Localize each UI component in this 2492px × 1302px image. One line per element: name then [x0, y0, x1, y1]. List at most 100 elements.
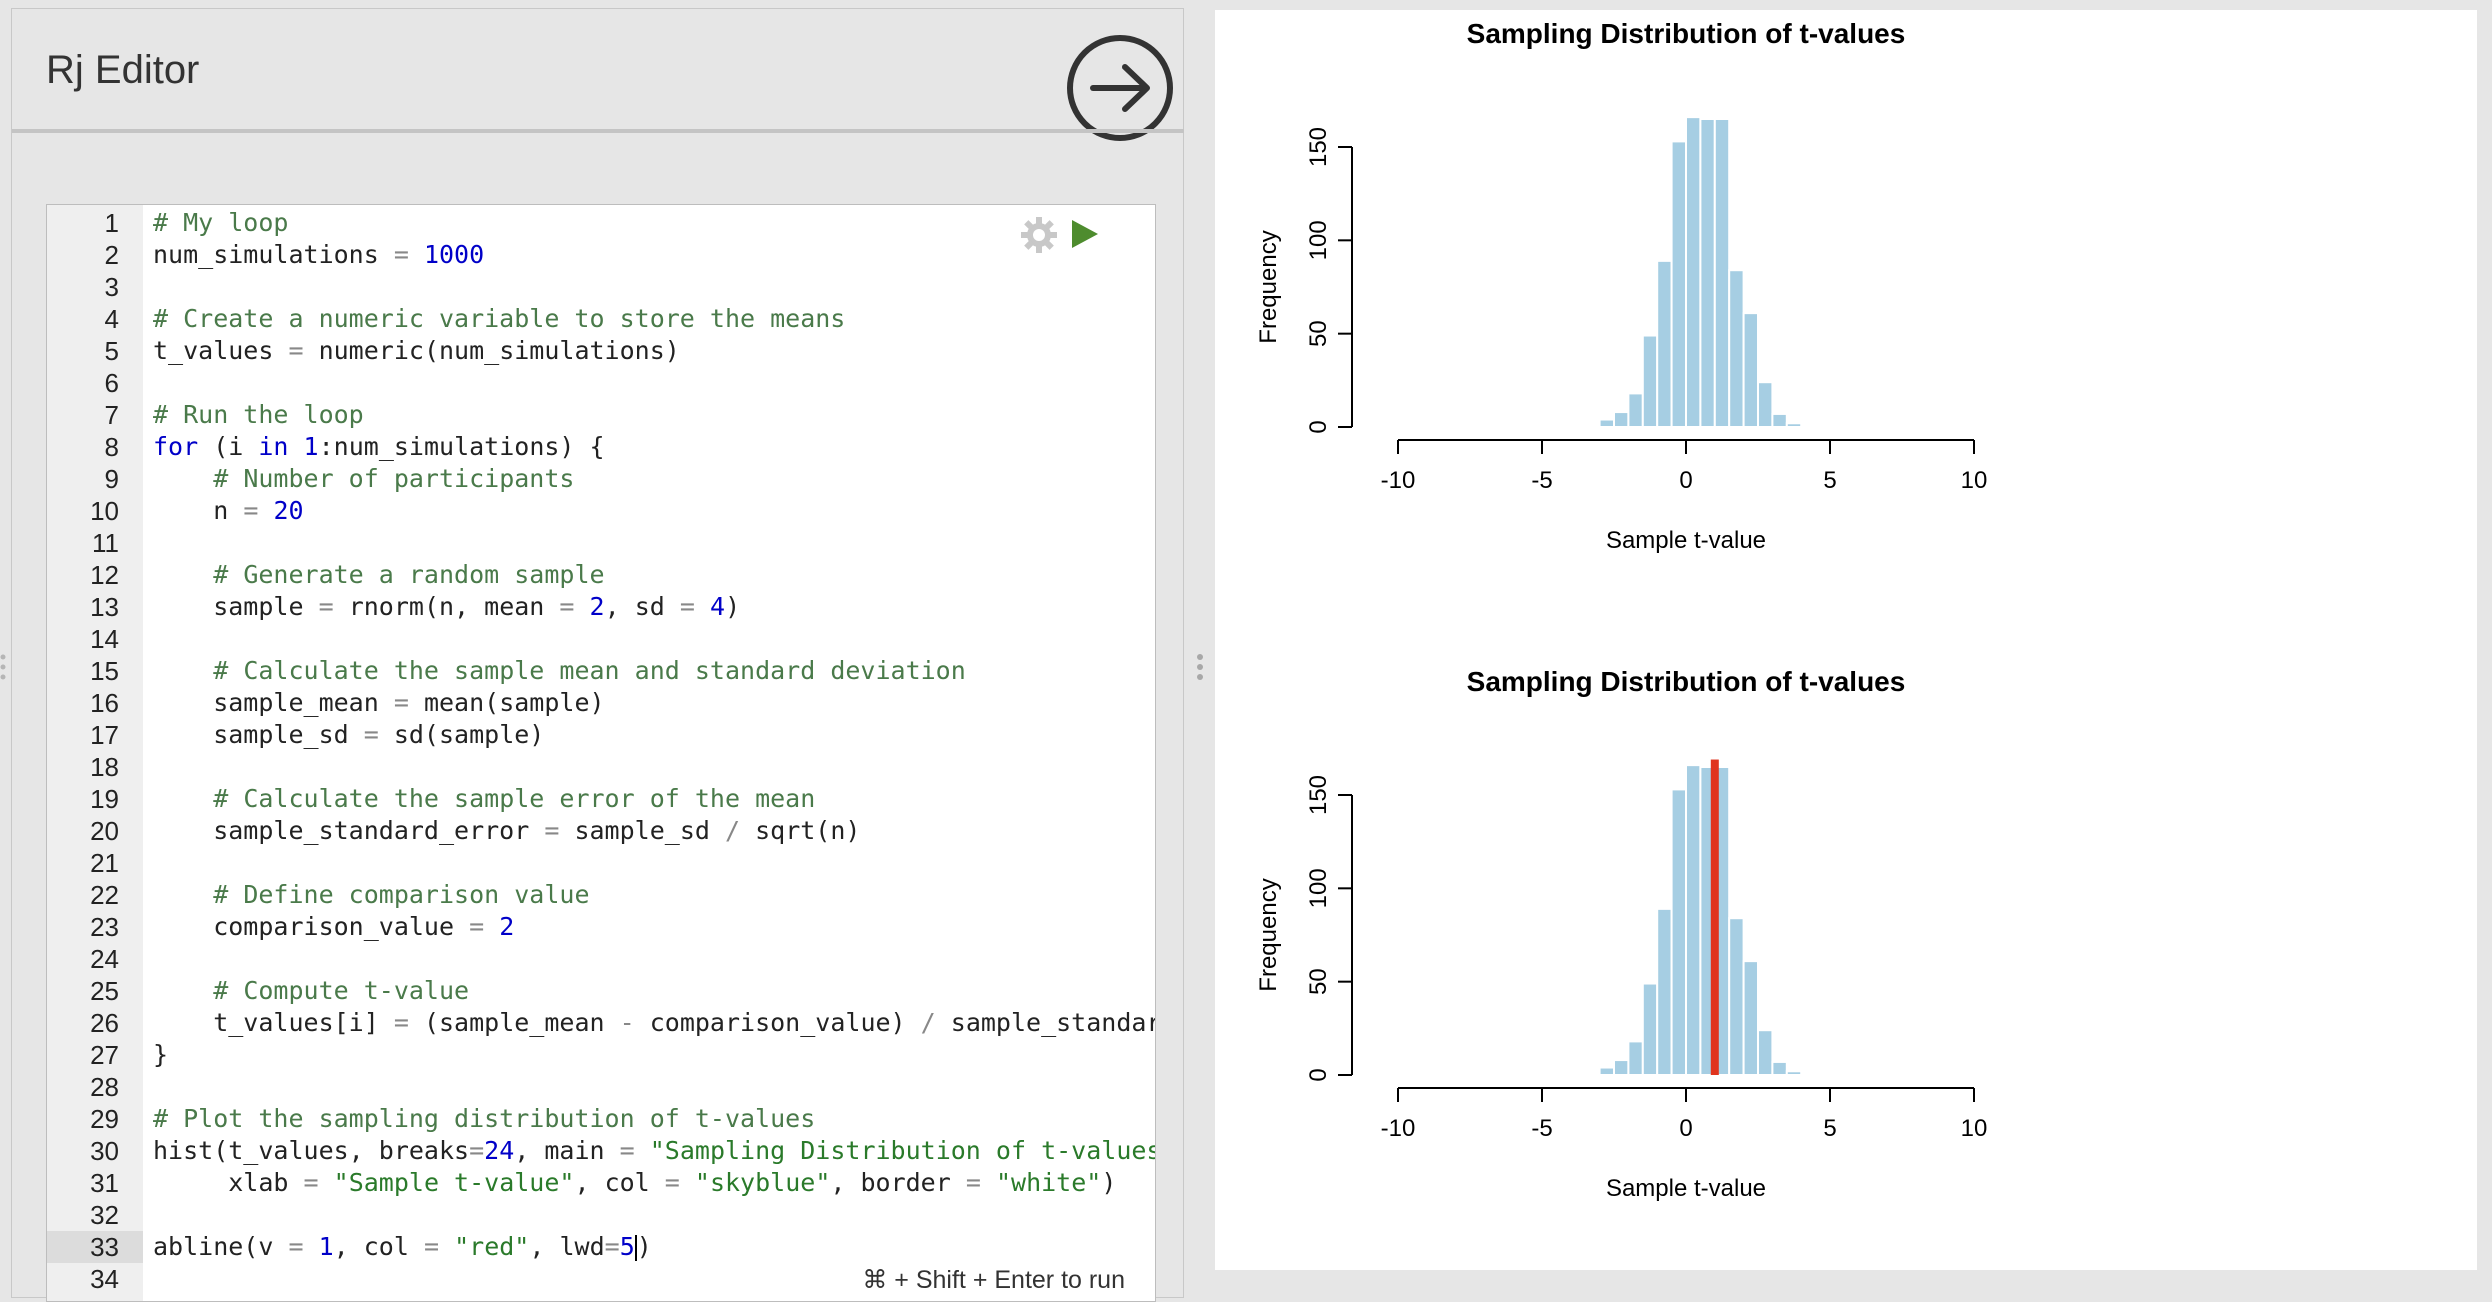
plot-output-panel: Sampling Distribution of t-values -10 -5 0 5…	[1215, 10, 2477, 1270]
code-token: 2	[499, 912, 515, 941]
code-line[interactable]: # Generate a random sample	[153, 559, 605, 591]
code-line[interactable]: # My loop	[153, 207, 288, 239]
code-line[interactable]: xlab = "Sample t-value", col = "skyblue"…	[153, 1167, 1116, 1199]
code-token: )	[725, 592, 741, 621]
play-icon[interactable]	[1067, 217, 1101, 251]
code-token: (i	[198, 432, 259, 461]
code-line[interactable]: sample = rnorm(n, mean = 2, sd = 4)	[153, 591, 740, 623]
code-token: t_values[i]	[153, 1008, 394, 1037]
line-number: 30	[90, 1136, 119, 1166]
code-token: abline(v	[153, 1232, 289, 1261]
code-token: =	[393, 688, 409, 717]
code-token: =	[423, 1232, 440, 1261]
code-token: }	[153, 1040, 169, 1069]
code-line[interactable]: sample_sd = sd(sample)	[153, 719, 544, 751]
code-token: 20	[273, 496, 304, 525]
code-token: sample_sd	[559, 816, 725, 845]
code-line[interactable]: # Compute t-value	[153, 975, 469, 1007]
code-token: =	[559, 592, 575, 621]
line-number: 6	[104, 368, 119, 398]
line-number: 7	[104, 400, 119, 430]
histogram-bar	[1771, 1060, 1788, 1076]
code-token: =	[604, 1232, 620, 1261]
histogram-bar	[1728, 917, 1745, 1077]
code-token: mean(sample)	[408, 688, 605, 717]
code-token: # Plot the sampling distribution of t-va…	[153, 1104, 816, 1133]
histogram-bar	[1771, 412, 1788, 428]
code-line[interactable]: # Number of participants	[153, 463, 574, 495]
histogram-bar	[1785, 1070, 1803, 1076]
code-token: t_values	[153, 336, 289, 365]
histogram-bar	[1656, 907, 1673, 1076]
y-tick-label: 50	[1305, 320, 1332, 347]
code-token: sample_standard_error	[153, 816, 545, 845]
histogram-chart: Sampling Distribution of t-values -10 -5 0 5…	[1255, 666, 1987, 1202]
histogram-bar	[1627, 392, 1644, 428]
line-number: 32	[90, 1200, 119, 1230]
code-token: =	[243, 496, 259, 525]
code-line[interactable]: # Plot the sampling distribution of t-va…	[153, 1103, 815, 1135]
code-line[interactable]: sample_standard_error = sample_sd / sqrt…	[153, 815, 860, 847]
line-number: 19	[90, 784, 119, 814]
code-token: xlab	[153, 1168, 304, 1197]
code-token: =	[544, 816, 560, 845]
code-line[interactable]: hist(t_values, breaks=24, main = "Sampli…	[153, 1135, 1155, 1167]
code-line[interactable]: }	[153, 1039, 168, 1071]
code-token: =	[664, 1168, 680, 1197]
code-token: 24	[484, 1136, 515, 1165]
code-line[interactable]: for (i in 1:num_simulations) {	[153, 431, 605, 463]
line-number: 10	[90, 496, 119, 526]
code-token: =	[393, 240, 409, 269]
code-line[interactable]: n = 20	[153, 495, 304, 527]
code-line[interactable]: comparison_value = 2	[153, 911, 514, 943]
code-token: , border	[830, 1168, 966, 1197]
code-line[interactable]: # Define comparison value	[153, 879, 589, 911]
code-line[interactable]: # Calculate the sample mean and standard…	[153, 655, 966, 687]
y-tick-label: 0	[1305, 1068, 1332, 1081]
run-arrow-icon[interactable]	[1065, 33, 1175, 143]
histogram-bar	[1584, 424, 1601, 428]
code-line[interactable]: t_values = numeric(num_simulations)	[153, 335, 680, 367]
code-line[interactable]: # Calculate the sample error of the mean	[153, 783, 815, 815]
splitter-handle-icon[interactable]	[1195, 652, 1205, 682]
y-axis-label: Frequency	[1255, 230, 1282, 343]
code-line[interactable]: sample_mean = mean(sample)	[153, 687, 605, 719]
x-axis-label: Sample t-value	[1606, 1175, 1766, 1202]
code-token: =	[965, 1168, 981, 1197]
code-line[interactable]: # Run the loop	[153, 399, 364, 431]
line-number: 18	[90, 752, 119, 782]
line-number-gutter: 1 2 3 4 5 6 7 8 9 10 11 12 13 14 15 16 17 18 19 20 21 22 23 24 2…	[47, 205, 143, 1301]
code-token: comparison_value)	[634, 1008, 921, 1037]
code-token: , sd	[604, 592, 680, 621]
histogram-bar	[1757, 381, 1774, 429]
code-line[interactable]: num_simulations = 1000	[153, 239, 484, 271]
x-tick-label: 5	[1823, 467, 1836, 494]
y-tick-label: 100	[1305, 868, 1332, 908]
code-token: "white"	[995, 1168, 1102, 1197]
histogram-bar	[1641, 982, 1659, 1076]
code-token: =	[393, 1008, 409, 1037]
gear-icon[interactable]	[1019, 215, 1059, 255]
code-line[interactable]: abline(v = 1, col = "red", lwd=5)	[153, 1231, 652, 1263]
resize-handle-icon[interactable]	[0, 652, 8, 682]
code-token: numeric(num_simulations)	[303, 336, 680, 365]
code-token: =	[619, 1136, 635, 1165]
code-token: # Generate a random sample	[213, 560, 605, 589]
y-axis-label: Frequency	[1255, 878, 1282, 991]
code-token: # Number of participants	[213, 464, 575, 493]
code-line[interactable]: t_values[i] = (sample_mean - comparison_…	[153, 1007, 1155, 1039]
code-token: 1	[318, 1232, 334, 1261]
code-token: =	[363, 720, 379, 749]
code-line[interactable]: # Create a numeric variable to store the…	[153, 303, 845, 335]
code-editor[interactable]: 1 2 3 4 5 6 7 8 9 10 11 12 13 14 15 16 17 18 19 20 21 22 23 24 2…	[46, 204, 1156, 1302]
